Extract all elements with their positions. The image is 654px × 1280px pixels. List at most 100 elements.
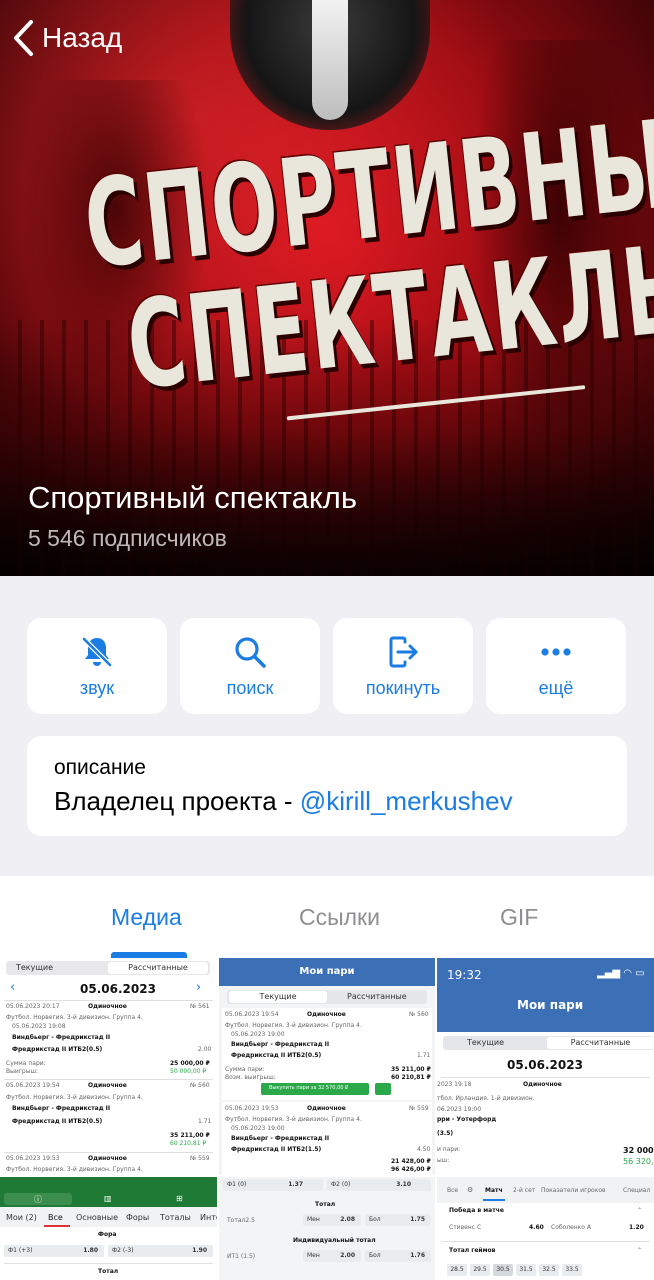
description-card: описание Владелец проекта - @kirill_merk… — [27, 736, 627, 836]
thumb4-f1-label: Ф1 (+3) — [8, 1247, 33, 1254]
tab-media[interactable]: Медиа — [111, 904, 182, 931]
thumb2-cashout-button: Выкупить пари за 32 570,00 ₽ — [261, 1083, 369, 1095]
more-button[interactable]: ещё — [486, 618, 626, 714]
thumb3-tab-current: Текущие — [467, 1038, 505, 1047]
tab-links[interactable]: Ссылки — [299, 904, 380, 931]
thumb1-bet2-match: Виндбьерг - Фредрикстад II — [12, 1105, 111, 1112]
thumb3-bet-type: Одиночное — [523, 1081, 562, 1088]
thumb1-divider-3 — [4, 1152, 213, 1153]
thumb5-it-under-label: Мен — [307, 1252, 320, 1259]
thumb5-odd-under: Мен 2.08 — [303, 1214, 361, 1226]
search-button[interactable]: поиск — [180, 618, 320, 714]
thumb4-tab-all: Все — [48, 1213, 63, 1222]
media-grid: Текущие Рассчитанные ‹ 05.06.2023 › 05.0… — [0, 958, 654, 1280]
media-thumb-3[interactable]: 19:32 ▂▄▆ ◠ ▭ Мои пари Текущие Рассчитан… — [437, 958, 654, 1175]
thumb4-tab-handicap: Форы — [126, 1213, 150, 1222]
thumb1-segment: Текущие Рассчитанные — [6, 961, 210, 975]
thumb2-b1-no: № 560 — [409, 1011, 429, 1018]
thumb2-title: Мои пари — [219, 958, 435, 986]
owner-username-link[interactable]: @kirill_merkushev — [300, 786, 513, 816]
thumb4-tab-main: Основные — [76, 1213, 119, 1222]
back-button[interactable]: Назад — [12, 18, 122, 58]
thumb6-tab-players: Показатели игроков — [541, 1187, 606, 1194]
thumb3-title: Мои пари — [517, 998, 584, 1012]
thumb1-date: 05.06.2023 — [80, 982, 156, 996]
action-bar: звук поиск покинуть ещё — [27, 618, 627, 714]
thumb1-prev-icon: ‹ — [10, 980, 16, 995]
thumb1-bet2-type: Одиночное — [88, 1082, 127, 1089]
thumb4-tab-my: Мои (2) — [6, 1213, 37, 1222]
thumb2-b1-date: 05.06.2023 19:00 — [231, 1031, 285, 1038]
search-icon — [235, 636, 266, 668]
thumb6-total-2: 30.5 — [493, 1264, 513, 1276]
thumb1-bet1-no: № 561 — [190, 1003, 210, 1010]
thumb4-section-handicap: Фора — [98, 1231, 117, 1238]
thumb1-bet3-league: Футбол. Норвегия. 3-й дивизион. Группа 4… — [6, 1166, 143, 1173]
tab-gif[interactable]: GIF — [500, 904, 538, 931]
thumb1-bet1-pick: Фредрикстад II ИТБ2(0.5) — [12, 1046, 103, 1053]
thumb2-b2-no: № 559 — [409, 1105, 429, 1112]
leave-button[interactable]: покинуть — [333, 618, 473, 714]
thumb1-bet2-win: 60 210,81 ₽ — [170, 1140, 207, 1147]
thumb6-total-4: 32.5 — [539, 1264, 559, 1276]
thumb5-row0-a-odds: 1.37 — [288, 1181, 303, 1188]
thumb2-b1-sum: 35 211,00 ₽ — [391, 1066, 431, 1073]
thumb1-bet1-type: Одиночное — [88, 1003, 127, 1010]
thumb5-it-over-odds: 1.76 — [410, 1252, 425, 1259]
thumb6-total-5: 33.5 — [562, 1264, 582, 1276]
thumb1-bet3-time: 05.06.2023 19:53 — [6, 1155, 60, 1162]
thumb1-bet2-league: Футбол. Норвегия. 3-й дивизион. Группа 4… — [6, 1094, 143, 1101]
thumb6-collapse-icon-2: ⌃ — [637, 1247, 643, 1254]
thumb4-f1-odds: 1.80 — [83, 1247, 98, 1254]
thumb5-section-total: Тотал — [315, 1201, 336, 1208]
thumb4-tab-totals: Тоталы — [160, 1213, 191, 1222]
thumb4-f2-label: Ф2 (-3) — [112, 1247, 134, 1254]
media-thumb-5[interactable]: Ф1 (0) 1.37 Ф2 (0) 3.10 Тотал Тотал2.5 М… — [219, 1177, 435, 1280]
media-thumb-2[interactable]: Мои пари Текущие Рассчитанные 05.06.2023… — [219, 958, 435, 1175]
thumb1-bet2-pick: Фредрикстад II ИТБ2(0.5) — [12, 1118, 103, 1125]
thumb1-bet1-match-date: 05.06.2023 19:08 — [12, 1023, 66, 1030]
thumb3-segment: Текущие Рассчитанные — [443, 1036, 654, 1050]
thumb5-over-odds: 1.75 — [410, 1216, 425, 1223]
thumb4-tab-indicator — [44, 1225, 70, 1227]
media-thumb-6[interactable]: Все ⚙ Матч 2-й сет Показатели игроков Сп… — [437, 1177, 654, 1280]
thumb6-total-0: 28.5 — [447, 1264, 467, 1276]
thumb1-bet2-time: 05.06.2023 19:54 — [6, 1082, 60, 1089]
thumb6-tab-indicator — [483, 1199, 505, 1201]
thumb1-bet2-odds: 1.71 — [198, 1118, 212, 1125]
thumb5-section-individual: Индивидуальный тотал — [293, 1237, 376, 1244]
thumb1-divider — [4, 1000, 213, 1001]
thumb5-odd-row0-a: Ф1 (0) 1.37 — [223, 1179, 323, 1191]
thumb1-tab-settled: Рассчитанные — [108, 962, 208, 974]
media-thumb-1[interactable]: Текущие Рассчитанные ‹ 05.06.2023 › 05.0… — [0, 958, 217, 1175]
media-thumb-4[interactable]: ⓘ ▥ ⊞ Мои (2) Все Основные Форы Тоталы И… — [0, 1177, 217, 1280]
thumb2-b1-time: 05.06.2023 19:54 — [225, 1011, 279, 1018]
thumb1-bet1-odds: 2.00 — [198, 1046, 212, 1053]
thumb3-league: тбол. Ирландия. 1-й дивизион. — [437, 1095, 535, 1102]
thumb5-it-over-label: Бол — [369, 1252, 381, 1259]
thumb2-cashout-settings-icon — [375, 1083, 391, 1095]
thumb6-tabs: Все ⚙ Матч 2-й сет Показатели игроков Сп… — [437, 1177, 654, 1203]
back-button-label: Назад — [42, 22, 123, 53]
thumb6-tab-all: Все — [447, 1187, 459, 1194]
thumb6-section-winner: Победа в матче — [449, 1207, 504, 1214]
description-heading: описание — [54, 756, 146, 779]
thumb6-section-total-games: Тотал геймов — [449, 1247, 496, 1254]
thumb6-gear-icon: ⚙ — [467, 1186, 474, 1194]
thumb6-tab-set2: 2-й сет — [513, 1187, 536, 1194]
thumb6-p2-odds: 1.20 — [629, 1224, 644, 1231]
thumb2-b1-match: Виндбьерг - Фредрикстад II — [231, 1041, 330, 1048]
thumb3-match: рри - Уотерфорд — [437, 1116, 497, 1123]
thumb3-bet-time: 2023 19:18 — [437, 1081, 472, 1088]
thumb5-under-odds: 2.08 — [340, 1216, 355, 1223]
thumb5-row0-a-label: Ф1 (0) — [227, 1181, 247, 1188]
thumb5-under-label: Мен — [307, 1216, 320, 1223]
thumb5-row0-b-odds: 3.10 — [396, 1181, 411, 1188]
thumb2-b1-league: Футбол. Норвегия. 3-й дивизион. Группа 4… — [225, 1022, 362, 1029]
thumb2-b1-win-label: Возм. выигрыш: — [225, 1074, 276, 1081]
thumb2-b1-type: Одиночное — [307, 1011, 346, 1018]
thumb4-scoreboard: ⓘ ▥ ⊞ — [0, 1177, 217, 1207]
thumb5-it-under-odds: 2.00 — [340, 1252, 355, 1259]
thumb5-odd-it-over: Бол 1.76 — [365, 1250, 431, 1262]
mute-button[interactable]: звук — [27, 618, 167, 714]
